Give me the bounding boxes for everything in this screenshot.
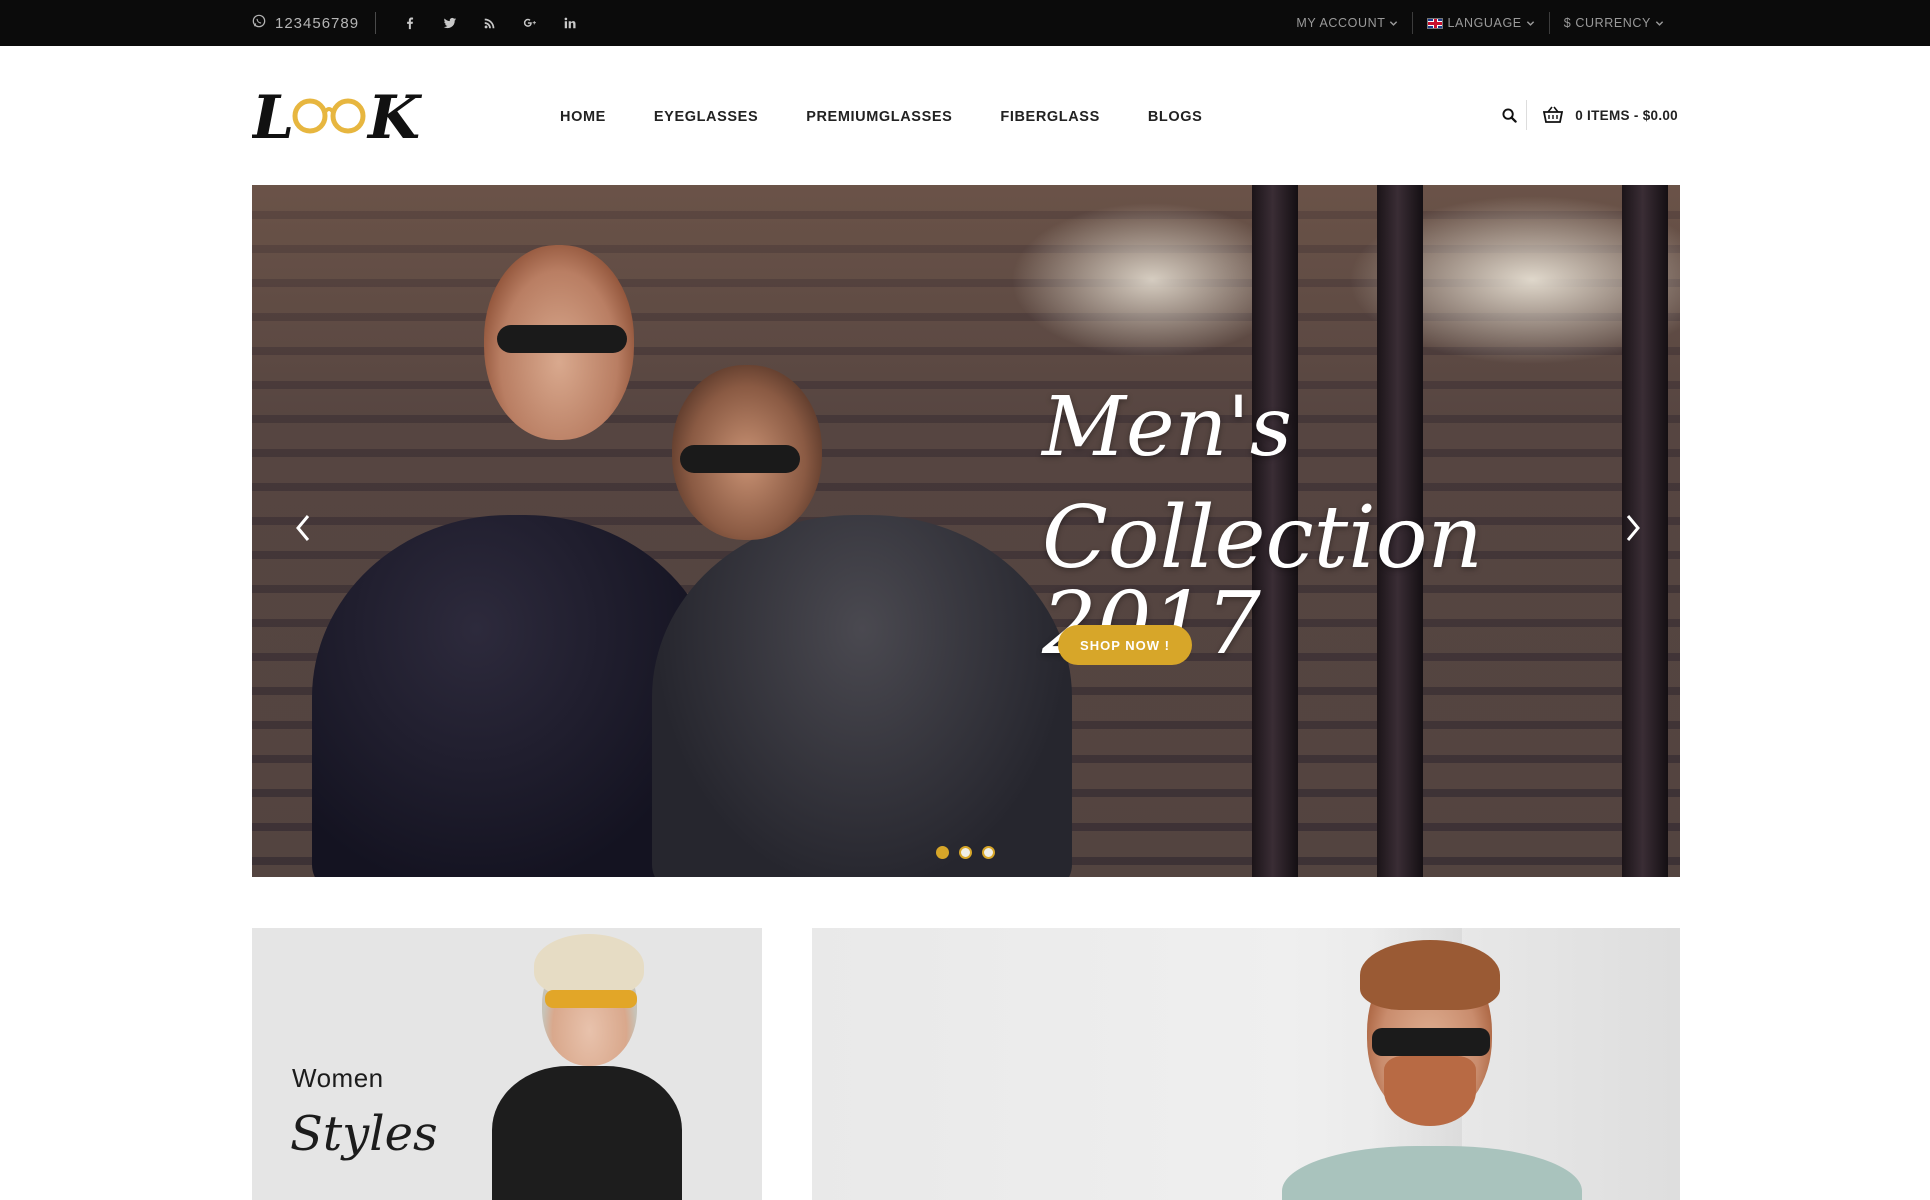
cart-button[interactable]: 0 ITEMS - $0.00 [1527,106,1678,124]
slider-pagination [936,846,995,859]
banner-title: Styles [290,1106,438,1162]
shop-now-button[interactable]: SHOP NOW ! [1058,625,1192,665]
social-links [392,8,588,38]
chevron-down-icon [1655,20,1664,26]
logo-mark: L K [250,83,423,153]
twitter-icon[interactable] [432,8,468,38]
model-man-beard [1384,1056,1476,1126]
sunglasses-image [545,990,637,1008]
search-icon[interactable] [1493,100,1528,130]
nav-eyeglasses[interactable]: EYEGLASSES [630,106,782,128]
phone-contact[interactable]: 123456789 [252,14,359,32]
sunglasses-image [497,325,627,353]
my-account-label: MY ACCOUNT [1296,16,1386,30]
site-header: L K HOME EYEGLASSES PREMIUMGLASSES FIBER… [250,46,1678,186]
sunglasses-image [1372,1028,1490,1056]
linkedin-icon[interactable] [552,8,588,38]
main-navigation: HOME EYEGLASSES PREMIUMGLASSES FIBERGLAS… [560,106,1226,128]
women-styles-banner[interactable]: Women Styles [252,928,762,1200]
sunglasses-image [680,445,800,473]
model-man-figure [1282,1146,1582,1200]
chevron-left-icon [296,515,310,541]
currency-label: $ CURRENCY [1563,16,1651,30]
banner-subtitle: Women [292,1063,384,1093]
svg-text:L: L [252,83,294,150]
logo[interactable]: L K [250,82,427,153]
cart-summary: 0 ITEMS - $0.00 [1575,107,1678,123]
language-dropdown[interactable]: LANGUAGE [1412,12,1548,34]
nav-blogs[interactable]: BLOGS [1124,106,1227,128]
top-bar-inner: 123456789 MY ACCOUNT LANGUAGE $ CURRENCY [252,0,1678,46]
hero-slider: Men's Collection 2017 SHOP NOW ! [252,185,1680,877]
chevron-right-icon [1626,515,1640,541]
facebook-icon[interactable] [392,8,428,38]
language-label: LANGUAGE [1447,16,1522,30]
men-banner[interactable] [812,928,1680,1200]
phone-number: 123456789 [275,14,360,32]
slider-next-arrow[interactable] [1618,505,1648,551]
slider-prev-arrow[interactable] [288,505,318,551]
model-woman-figure [492,1066,682,1200]
slider-dot-1[interactable] [936,846,949,859]
slider-dot-3[interactable] [982,846,995,859]
model-man-figure [652,515,1072,877]
nav-home[interactable]: HOME [560,106,630,128]
uk-flag-icon [1427,17,1444,29]
my-account-dropdown[interactable]: MY ACCOUNT [1282,12,1412,34]
nav-fiberglass[interactable]: FIBERGLASS [976,106,1123,128]
model-woman-hair [534,934,644,998]
currency-dropdown[interactable]: $ CURRENCY [1548,12,1678,34]
basket-icon [1543,106,1564,123]
google-plus-icon[interactable] [512,8,548,38]
chevron-down-icon [1390,20,1398,26]
whatsapp-icon [252,14,266,32]
chevron-down-icon [1526,20,1534,26]
top-bar: 123456789 MY ACCOUNT LANGUAGE $ CURRENCY [0,0,1930,46]
model-man-hair [1360,940,1500,1010]
divider [375,12,377,34]
slider-dot-2[interactable] [959,846,972,859]
nav-premiumglasses[interactable]: PREMIUMGLASSES [782,106,976,128]
rss-icon[interactable] [472,8,508,38]
hero-title-line1: Men's [1042,380,1292,475]
svg-text:K: K [366,83,423,150]
header-actions: 0 ITEMS - $0.00 [1493,100,1678,130]
account-settings: MY ACCOUNT LANGUAGE $ CURRENCY [1282,0,1678,46]
